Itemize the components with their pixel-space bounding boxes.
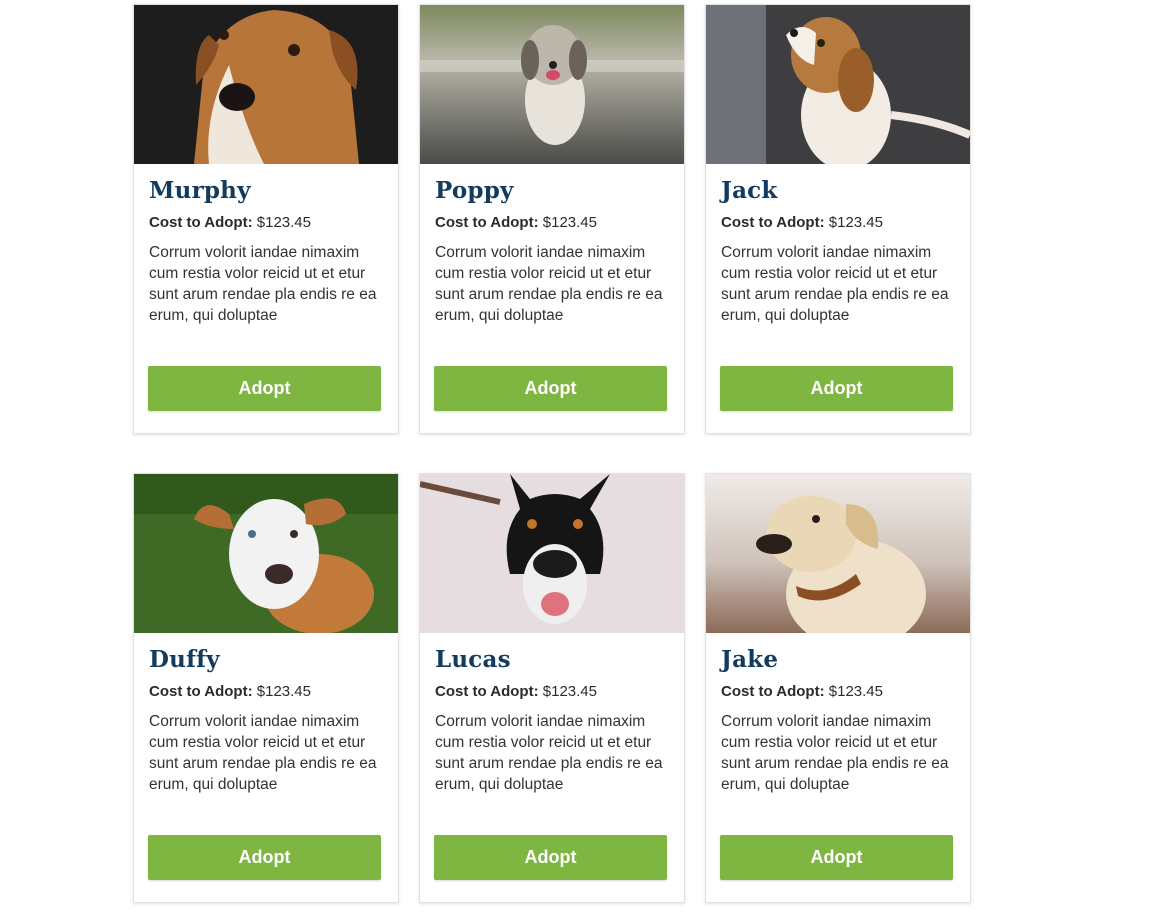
adoption-cost: Cost to Adopt: $123.45 [721, 683, 955, 701]
adopt-button[interactable]: Adopt [148, 835, 381, 880]
cost-value: $123.45 [828, 683, 883, 700]
pet-description: Corrum volorit iandae nimaxim cum restia… [435, 713, 663, 793]
pet-name: Jack [721, 177, 778, 204]
adopt-button[interactable]: Adopt [720, 366, 953, 411]
pet-photo [706, 5, 970, 164]
cost-value: $123.45 [542, 214, 597, 231]
pet-description: Corrum volorit iandae nimaxim cum restia… [721, 244, 949, 324]
pet-name: Murphy [149, 177, 251, 204]
pet-card-jake: Jake Cost to Adopt: $123.45 Corrum volor… [705, 473, 971, 903]
pet-name: Duffy [149, 646, 220, 673]
adopt-button[interactable]: Adopt [434, 366, 667, 411]
pet-photo [706, 474, 970, 633]
adopt-button[interactable]: Adopt [720, 835, 953, 880]
adoption-cost: Cost to Adopt: $123.45 [149, 214, 383, 232]
adoption-cost: Cost to Adopt: $123.45 [435, 214, 669, 232]
pet-name: Jake [721, 646, 779, 673]
pet-name: Lucas [435, 646, 511, 673]
pet-card-duffy: Duffy Cost to Adopt: $123.45 Corrum volo… [133, 473, 399, 903]
adopt-button[interactable]: Adopt [148, 366, 381, 411]
cost-value: $123.45 [542, 683, 597, 700]
cost-label: Cost to Adopt: [721, 683, 825, 700]
pet-name: Poppy [435, 177, 514, 204]
cost-label: Cost to Adopt: [149, 683, 253, 700]
pet-grid: Murphy Cost to Adopt: $123.45 Corrum vol… [133, 4, 971, 903]
cost-value: $123.45 [828, 214, 883, 231]
adopt-button[interactable]: Adopt [434, 835, 667, 880]
cost-label: Cost to Adopt: [435, 214, 539, 231]
pet-card-poppy: Poppy Cost to Adopt: $123.45 Corrum volo… [419, 4, 685, 434]
cost-label: Cost to Adopt: [721, 214, 825, 231]
adoption-cost: Cost to Adopt: $123.45 [435, 683, 669, 701]
pet-description: Corrum volorit iandae nimaxim cum restia… [435, 244, 663, 324]
adoption-cost: Cost to Adopt: $123.45 [721, 214, 955, 232]
adoption-cost: Cost to Adopt: $123.45 [149, 683, 383, 701]
pet-photo [420, 5, 684, 164]
pet-description: Corrum volorit iandae nimaxim cum restia… [149, 244, 377, 324]
pet-photo [134, 5, 398, 164]
cost-value: $123.45 [256, 214, 311, 231]
pet-card-jack: Jack Cost to Adopt: $123.45 Corrum volor… [705, 4, 971, 434]
pet-photo [134, 474, 398, 633]
cost-label: Cost to Adopt: [149, 214, 253, 231]
pet-photo [420, 474, 684, 633]
pet-card-murphy: Murphy Cost to Adopt: $123.45 Corrum vol… [133, 4, 399, 434]
pet-card-lucas: Lucas Cost to Adopt: $123.45 Corrum volo… [419, 473, 685, 903]
pet-description: Corrum volorit iandae nimaxim cum restia… [149, 713, 377, 793]
pet-description: Corrum volorit iandae nimaxim cum restia… [721, 713, 949, 793]
cost-label: Cost to Adopt: [435, 683, 539, 700]
cost-value: $123.45 [256, 683, 311, 700]
